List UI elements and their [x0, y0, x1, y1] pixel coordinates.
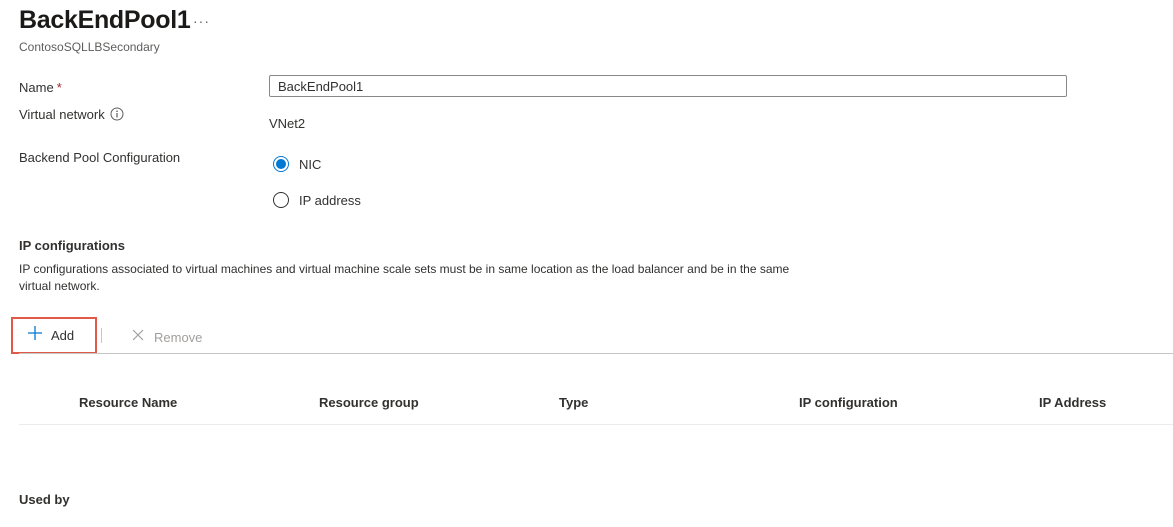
toolbar-divider	[101, 328, 102, 343]
virtual-network-value: VNet2	[269, 116, 306, 131]
page-subtitle: ContosoSQLLBSecondary	[19, 40, 160, 54]
remove-button-label: Remove	[154, 330, 203, 345]
table-header-divider	[19, 424, 1173, 425]
radio-ip-address-label: IP address	[299, 192, 361, 208]
plus-icon	[27, 325, 43, 346]
add-button[interactable]: Add	[11, 317, 97, 354]
virtual-network-label-text: Virtual network	[19, 107, 105, 122]
column-header-ip-address[interactable]: IP Address	[1039, 395, 1106, 410]
remove-button[interactable]: Remove	[131, 328, 202, 347]
radio-checked-icon	[273, 156, 289, 172]
radio-unchecked-icon	[273, 192, 289, 208]
used-by-title: Used by	[19, 492, 70, 507]
close-icon	[131, 328, 145, 347]
column-header-ip-configuration[interactable]: IP configuration	[799, 395, 898, 410]
ip-configurations-title: IP configurations	[19, 238, 125, 253]
column-header-type[interactable]: Type	[559, 395, 588, 410]
virtual-network-label: Virtual network	[19, 107, 124, 124]
radio-nic-label: NIC	[299, 156, 322, 172]
radio-dot	[276, 159, 286, 169]
more-options-icon[interactable]: ···	[193, 13, 210, 29]
info-icon[interactable]	[110, 107, 124, 124]
column-header-resource-group[interactable]: Resource group	[319, 395, 419, 410]
name-input[interactable]	[269, 75, 1067, 97]
column-header-resource-name[interactable]: Resource Name	[79, 395, 177, 410]
name-label-text: Name	[19, 80, 54, 95]
ip-configurations-description: IP configurations associated to virtual …	[19, 262, 790, 293]
add-button-label: Add	[51, 328, 75, 343]
page-title: BackEndPool1	[19, 6, 191, 34]
radio-nic[interactable]: NIC	[273, 156, 321, 172]
toolbar-divider-line	[19, 353, 1173, 354]
radio-ip-address[interactable]: IP address	[273, 192, 361, 208]
required-marker: *	[56, 80, 62, 95]
name-label: Name *	[19, 80, 62, 95]
backend-pool-configuration-label: Backend Pool Configuration	[19, 150, 181, 165]
